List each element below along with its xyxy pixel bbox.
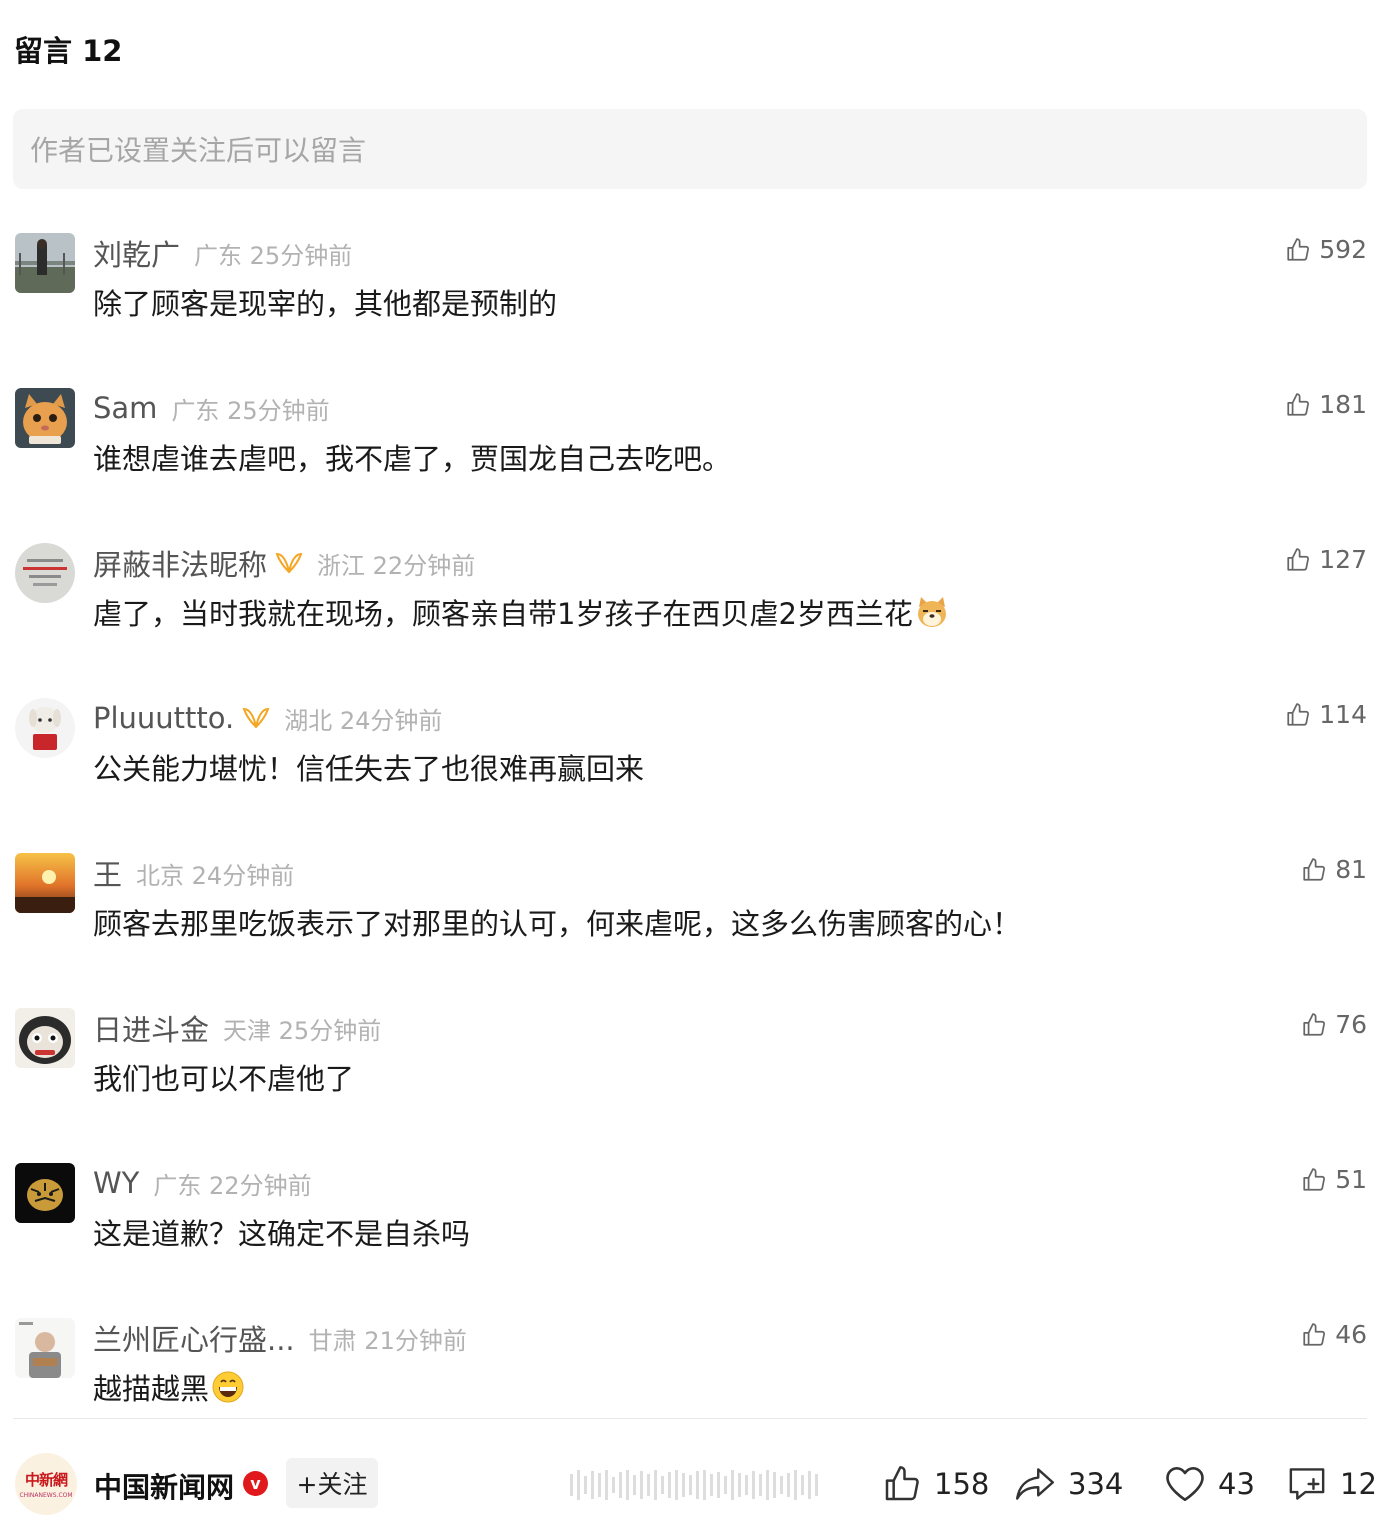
comment-item: 王 北京 24分钟前 顾客去那里吃饭表示了对那里的认可，何来虐呢，这多么伤害顾客… xyxy=(0,853,1398,1003)
comment-item: 日进斗金 天津 25分钟前 我们也可以不虐他了 76 xyxy=(0,1008,1398,1158)
footer-divider xyxy=(13,1418,1367,1419)
like-count: 51 xyxy=(1335,1165,1367,1194)
comment-text: 越描越黑 xyxy=(93,1372,210,1406)
like-button[interactable]: 51 xyxy=(1301,1165,1367,1194)
account-logo-subtext: CHINANEWS.COM xyxy=(19,1492,73,1499)
avatar[interactable] xyxy=(15,1163,75,1223)
avatar[interactable] xyxy=(15,388,75,448)
thumbs-up-icon xyxy=(1303,1167,1326,1191)
grin-emoji-icon xyxy=(211,1370,245,1404)
favorite-button[interactable]: 43 xyxy=(1164,1462,1255,1506)
avatar[interactable] xyxy=(15,853,75,913)
account-logo-text: 中新網 xyxy=(24,1471,68,1489)
comment-icon xyxy=(1289,1468,1325,1500)
like-button[interactable]: 46 xyxy=(1301,1320,1367,1349)
avatar[interactable] xyxy=(15,543,75,603)
comments-title: 留言 12 xyxy=(14,34,123,68)
vip-badge-icon xyxy=(242,706,270,730)
comment-location: 湖北 xyxy=(284,706,333,735)
vip-badge-icon xyxy=(275,551,303,575)
article-like-button[interactable]: 158 xyxy=(882,1462,989,1506)
share-button[interactable]: 334 xyxy=(1014,1462,1123,1506)
comment-location: 广东 xyxy=(153,1171,202,1200)
like-button[interactable]: 592 xyxy=(1285,235,1367,264)
comment-author[interactable]: 王 xyxy=(93,852,122,894)
comment-text: 这是道歉？这确定不是自杀吗 xyxy=(93,1217,471,1251)
bottom-action-bar: 中新網 CHINANEWS.COM 中国新闻网 v +关注 158 334 43… xyxy=(0,1440,1398,1516)
comment-time: 25分钟前 xyxy=(278,1016,382,1045)
like-button[interactable]: 114 xyxy=(1285,700,1367,729)
thumbs-up-icon xyxy=(1287,237,1310,261)
share-icon xyxy=(1016,1468,1054,1500)
account-name[interactable]: 中国新闻网 xyxy=(94,1466,234,1506)
article-like-count: 158 xyxy=(934,1467,990,1501)
comment-item: 屏蔽非法昵称 浙江 22分钟前 虐了，当时我就在现场，顾客亲自带1岁孩子在西贝虐… xyxy=(0,543,1398,693)
like-count: 592 xyxy=(1319,235,1367,264)
like-button[interactable]: 81 xyxy=(1301,855,1367,884)
comment-location: 广东 xyxy=(171,396,220,425)
comment-author[interactable]: Sam xyxy=(93,391,157,425)
comment-time: 21分钟前 xyxy=(364,1326,467,1355)
comment-text: 顾客去那里吃饭表示了对那里的认可，何来虐呢，这多么伤害顾客的心！ xyxy=(93,907,1022,941)
comment-item: Pluuuttto. 湖北 24分钟前 公关能力堪忧！信任失去了也很难再赢回来 … xyxy=(0,698,1398,848)
comment-text: 我们也可以不虐他了 xyxy=(93,1062,355,1096)
thumbs-up-icon xyxy=(885,1466,919,1501)
verified-badge-icon: v xyxy=(243,1471,268,1496)
comment-text: 谁想虐谁去虐吧，我不虐了，贾国龙自己去吃吧。 xyxy=(93,442,732,476)
like-count: 127 xyxy=(1319,545,1367,574)
comment-text: 公关能力堪忧！信任失去了也很难再赢回来 xyxy=(93,752,645,786)
avatar[interactable] xyxy=(15,233,75,293)
comment-text: 虐了，当时我就在现场，顾客亲自带1岁孩子在西贝虐2岁西兰花 xyxy=(93,597,913,631)
comment-time: 22分钟前 xyxy=(372,551,476,580)
comment-location: 天津 xyxy=(223,1016,272,1045)
comment-item: 刘乾广 广东 25分钟前 除了顾客是现宰的，其他都是预制的 592 xyxy=(0,233,1398,383)
like-button[interactable]: 181 xyxy=(1285,390,1367,419)
like-button[interactable]: 127 xyxy=(1285,545,1367,574)
avatar[interactable] xyxy=(15,1318,75,1378)
share-count: 334 xyxy=(1068,1467,1124,1501)
comment-item: WY 广东 22分钟前 这是道歉？这确定不是自杀吗 51 xyxy=(0,1163,1398,1313)
comment-location: 北京 xyxy=(136,861,185,890)
comment-time: 25分钟前 xyxy=(227,396,330,425)
favorite-count: 43 xyxy=(1218,1467,1255,1501)
doge-emoji-icon xyxy=(915,595,949,629)
comment-text: 除了顾客是现宰的，其他都是预制的 xyxy=(93,287,558,321)
heart-icon xyxy=(1166,1466,1204,1502)
like-count: 114 xyxy=(1319,700,1367,729)
like-count: 76 xyxy=(1335,1010,1367,1039)
thumbs-up-icon xyxy=(1303,1012,1326,1036)
comment-location: 广东 xyxy=(194,241,243,270)
avatar[interactable] xyxy=(15,1008,75,1068)
avatar[interactable] xyxy=(15,698,75,758)
thumbs-up-icon xyxy=(1287,392,1310,416)
comment-author[interactable]: Pluuuttto. xyxy=(93,701,234,735)
thumbs-up-icon xyxy=(1287,547,1310,571)
comment-author[interactable]: 屏蔽非法昵称 xyxy=(93,542,267,584)
comment-input-placeholder: 作者已设置关注后可以留言 xyxy=(30,134,367,167)
comment-time: 25分钟前 xyxy=(249,241,353,270)
comment-input[interactable]: 作者已设置关注后可以留言 xyxy=(13,109,1367,189)
comment-time: 24分钟前 xyxy=(339,706,443,735)
like-count: 181 xyxy=(1319,390,1367,419)
thumbs-up-icon xyxy=(1303,1322,1326,1346)
comment-author[interactable]: WY xyxy=(93,1166,139,1200)
comment-time: 22分钟前 xyxy=(209,1171,312,1200)
comment-author[interactable]: 刘乾广 xyxy=(93,232,180,274)
thumbs-up-icon xyxy=(1303,857,1326,881)
account-logo[interactable]: 中新網 CHINANEWS.COM xyxy=(15,1453,77,1515)
comment-time: 24分钟前 xyxy=(191,861,295,890)
comment-count: 12 xyxy=(1340,1467,1377,1501)
comment-author[interactable]: 日进斗金 xyxy=(93,1007,209,1049)
comment-button[interactable]: 12 xyxy=(1286,1462,1377,1506)
like-count: 81 xyxy=(1335,855,1367,884)
comment-author[interactable]: 兰州匠心行盛... xyxy=(93,1317,295,1359)
like-count: 46 xyxy=(1335,1320,1367,1349)
comment-location: 甘肃 xyxy=(308,1326,357,1355)
comment-item: Sam 广东 25分钟前 谁想虐谁去虐吧，我不虐了，贾国龙自己去吃吧。 181 xyxy=(0,388,1398,538)
thumbs-up-icon xyxy=(1287,702,1310,726)
follow-button[interactable]: +关注 xyxy=(286,1458,378,1508)
scrambled-text-placeholder xyxy=(570,1468,825,1502)
like-button[interactable]: 76 xyxy=(1301,1010,1367,1039)
comment-location: 浙江 xyxy=(317,551,366,580)
